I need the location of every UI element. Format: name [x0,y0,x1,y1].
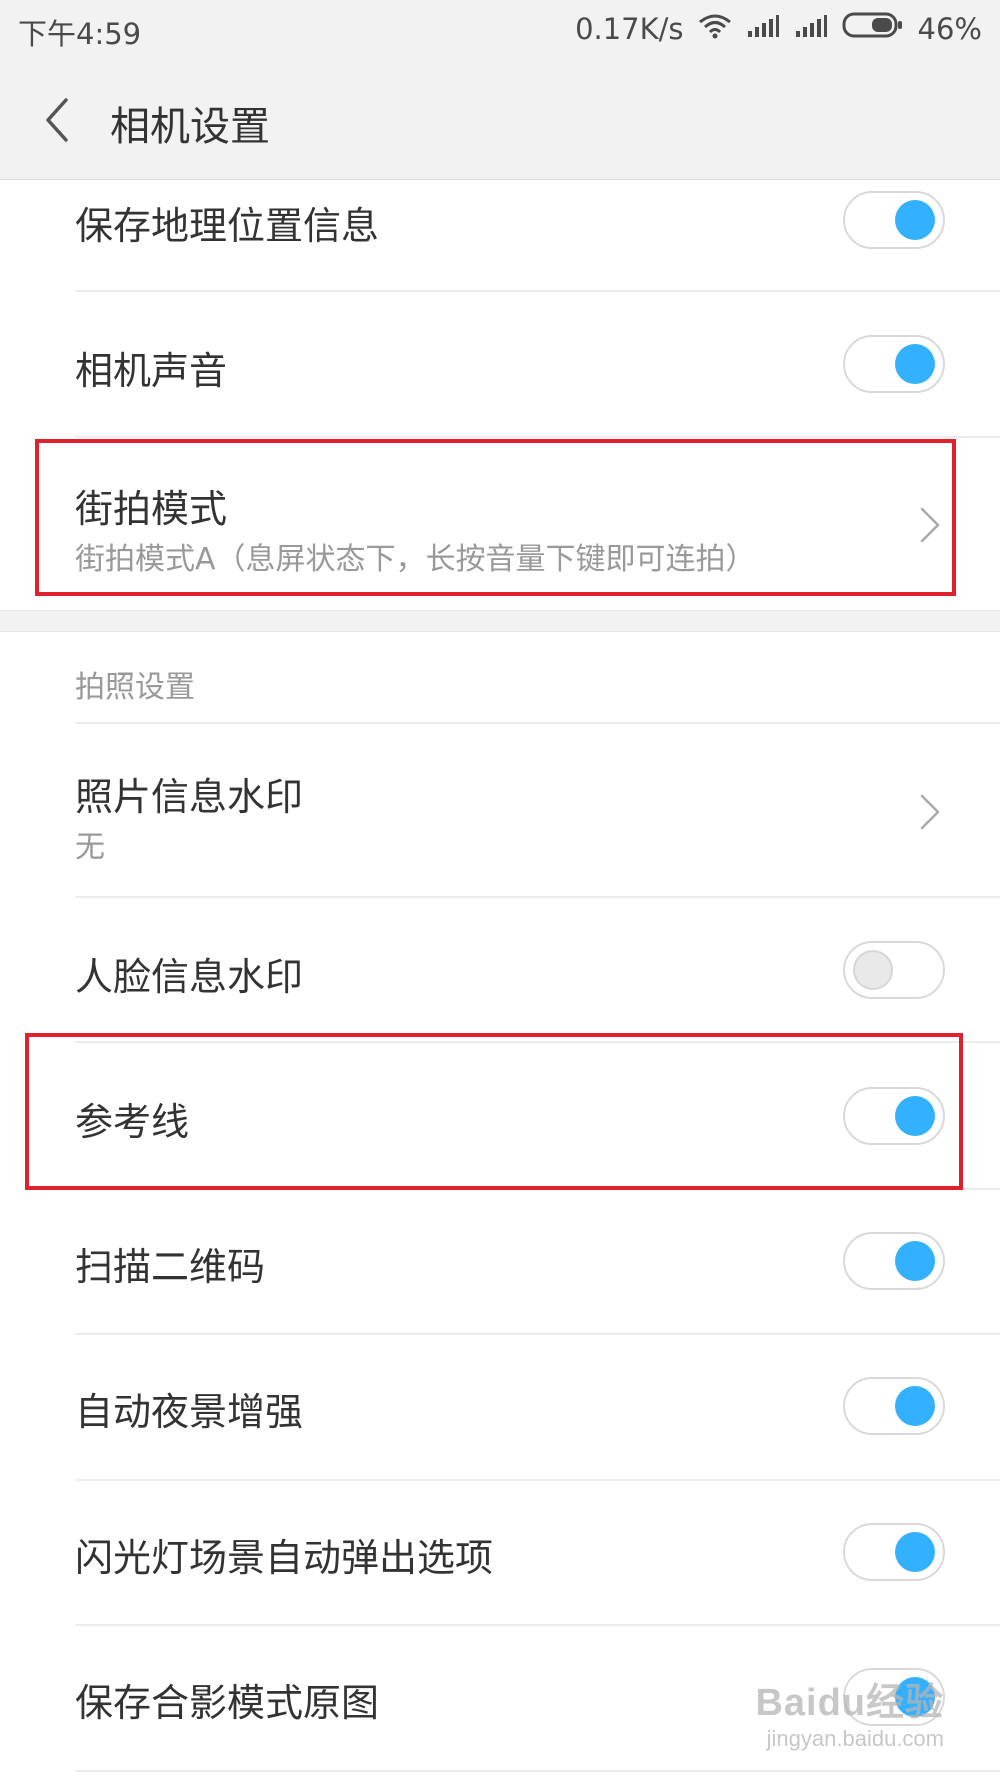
night-enhance-toggle[interactable] [843,1377,945,1435]
wifi-icon [698,12,732,46]
status-bar: 下午4:59 0.17K/s 46% [0,0,1000,62]
title-bar: 相机设置 [0,62,1000,180]
watermark-brand: Baidu经验 [755,1682,944,1724]
camera-sound-toggle[interactable] [843,335,945,393]
setting-label: 相机声音 [75,349,228,393]
chevron-right-icon [918,505,942,545]
chevron-right-icon [918,792,942,832]
net-speed: 0.17K/s [575,11,684,46]
page-title: 相机设置 [110,104,270,150]
face-watermark-toggle[interactable] [843,941,945,999]
setting-scan-qr[interactable]: 扫描二维码 [0,1190,1000,1335]
setting-label: 人脸信息水印 [75,955,304,999]
setting-label: 街拍模式 [75,487,228,531]
setting-value: 街拍模式A（息屏状态下，长按音量下键即可连拍） [75,542,756,577]
setting-label: 扫描二维码 [75,1245,266,1289]
setting-value: 无 [75,830,105,865]
scan-qr-toggle[interactable] [843,1232,945,1290]
divider [75,1770,1000,1772]
status-time: 下午4:59 [18,17,142,51]
signal-icon [794,12,828,46]
back-button[interactable] [38,92,78,148]
watermark-url: jingyan.baidu.com [766,1726,944,1751]
section-label: 拍照设置 [75,670,195,705]
setting-label: 照片信息水印 [75,775,304,819]
setting-grid-lines[interactable]: 参考线 [0,1043,1000,1190]
setting-label: 闪光灯场景自动弹出选项 [75,1536,494,1580]
setting-night-enhance[interactable]: 自动夜景增强 [0,1335,1000,1481]
section-header-photo: 拍照设置 [0,632,1000,724]
battery-percent: 46% [917,11,982,46]
setting-label: 自动夜景增强 [75,1390,304,1434]
setting-photo-watermark[interactable]: 照片信息水印 无 [0,724,1000,898]
status-right: 0.17K/s 46% [575,11,982,46]
setting-save-location[interactable]: 保存地理位置信息 [0,181,1000,292]
setting-label: 保存合影模式原图 [75,1681,380,1725]
baidu-watermark: Baidu经验 jingyan.baidu.com [755,1671,944,1752]
camera-settings-screen: 下午4:59 0.17K/s 46% 相机设置 保存地理位置信息 相机声音 街拍… [0,0,1000,1778]
setting-face-watermark[interactable]: 人脸信息水印 [0,898,1000,1043]
section-separator [0,610,1000,632]
flash-popup-toggle[interactable] [843,1523,945,1581]
battery-icon [842,11,904,46]
signal-icon [746,12,780,46]
grid-lines-toggle[interactable] [843,1087,945,1145]
chevron-left-icon [46,98,68,142]
setting-camera-sound[interactable]: 相机声音 [0,292,1000,438]
setting-label: 保存地理位置信息 [75,204,380,248]
setting-street-mode[interactable]: 街拍模式 街拍模式A（息屏状态下，长按音量下键即可连拍） [0,438,1000,610]
setting-flash-popup[interactable]: 闪光灯场景自动弹出选项 [0,1481,1000,1626]
save-location-toggle[interactable] [843,191,945,249]
setting-label: 参考线 [75,1100,190,1144]
